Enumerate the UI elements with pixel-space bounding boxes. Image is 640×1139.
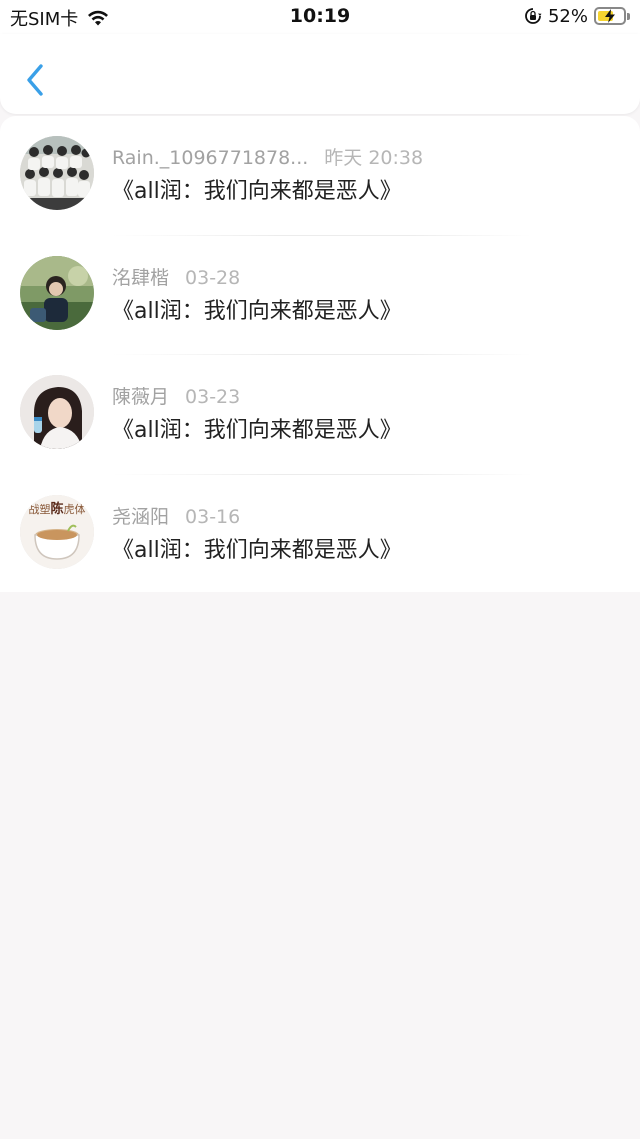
avatar[interactable] bbox=[20, 136, 94, 210]
avatar-photo-outdoor bbox=[20, 255, 94, 330]
item-title[interactable]: 《all润：我们向来都是恶人》 bbox=[112, 412, 402, 444]
battery-percent: 52% bbox=[547, 5, 588, 27]
status-bar: 无SIM卡 10:19 52% bbox=[0, 0, 640, 34]
bolt-icon bbox=[605, 9, 615, 23]
username[interactable]: Rain._1096771878... bbox=[112, 147, 308, 169]
post-date: 03-28 bbox=[185, 266, 241, 289]
post-date: 03-16 bbox=[185, 505, 241, 528]
item-meta: Rain._1096771878... 昨天 20:38 bbox=[112, 143, 423, 170]
item-meta: 尧涵阳 03-16 bbox=[112, 502, 240, 529]
list-item[interactable]: 陳薇月 03-23 《all润：我们向来都是恶人》 bbox=[0, 355, 640, 475]
item-title[interactable]: 《all润：我们向来都是恶人》 bbox=[112, 293, 402, 325]
post-date: 03-23 bbox=[185, 386, 241, 408]
battery-cap bbox=[627, 12, 630, 20]
battery-charging-icon bbox=[594, 7, 626, 25]
avatar-group-photo bbox=[20, 136, 94, 210]
item-meta: 陳薇月 03-23 bbox=[112, 382, 240, 409]
item-title[interactable]: 《all润：我们向来都是恶人》 bbox=[112, 532, 402, 564]
status-right: 52% bbox=[524, 5, 630, 27]
item-meta: 洺肆楷 03-28 bbox=[112, 263, 240, 290]
reading-list: Rain._1096771878... 昨天 20:38 《all润：我们向来都是… bbox=[0, 116, 640, 592]
avatar-illustration-bowl: 战塑陈虎体 bbox=[20, 494, 94, 569]
avatar[interactable] bbox=[20, 255, 94, 330]
list-item[interactable]: 战塑陈虎体 尧涵阳 03-16 《all润：我们向来都是恶人》 bbox=[0, 475, 640, 595]
orientation-lock-icon bbox=[525, 8, 542, 24]
item-title[interactable]: 《all润：我们向来都是恶人》 bbox=[112, 173, 402, 205]
chevron-left-icon bbox=[27, 64, 43, 96]
username[interactable]: 陳薇月 bbox=[112, 386, 169, 408]
avatar-badge-text: 战塑陈虎体 bbox=[28, 501, 85, 517]
back-button[interactable] bbox=[20, 60, 50, 100]
nav-bar bbox=[0, 34, 640, 114]
avatar[interactable]: 战塑陈虎体 bbox=[20, 494, 94, 569]
username[interactable]: 尧涵阳 bbox=[112, 506, 169, 528]
list-item[interactable]: 洺肆楷 03-28 《all润：我们向来都是恶人》 bbox=[0, 236, 640, 355]
list-item[interactable]: Rain._1096771878... 昨天 20:38 《all润：我们向来都是… bbox=[0, 116, 640, 236]
avatar-photo-portrait bbox=[20, 375, 94, 449]
username[interactable]: 洺肆楷 bbox=[112, 267, 169, 289]
post-date: 昨天 20:38 bbox=[324, 147, 424, 169]
avatar[interactable] bbox=[20, 375, 94, 449]
